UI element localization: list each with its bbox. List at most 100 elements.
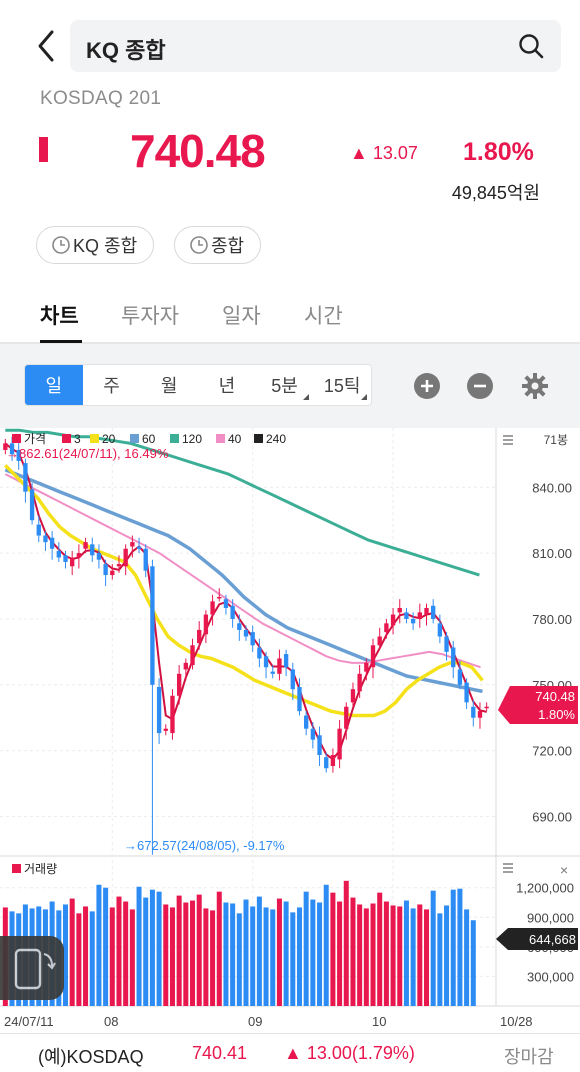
volume-bar	[223, 902, 229, 1006]
tab-daily[interactable]: 일자	[222, 300, 261, 330]
realtime-indicator	[39, 137, 48, 162]
candle-body	[56, 550, 61, 558]
legend-swatch-ma20	[90, 434, 99, 443]
zoom-in-icon[interactable]	[413, 372, 441, 400]
volume-bar	[423, 909, 429, 1006]
chip-kq-composite[interactable]: KQ 종합	[36, 226, 155, 264]
candle-body	[230, 605, 235, 619]
x-tick-label: 09	[248, 1014, 262, 1029]
chip-label: KQ 종합	[73, 236, 138, 256]
candle-body	[370, 645, 376, 668]
volume-bar	[210, 910, 216, 1006]
volume-bar	[216, 891, 222, 1006]
candle-body	[83, 542, 88, 549]
candle-body	[283, 654, 289, 668]
legend-ma40: 40	[228, 432, 242, 446]
chip-label: 종합	[211, 236, 245, 256]
volume-bar	[417, 904, 423, 1006]
candle-body	[49, 537, 55, 549]
search-icon[interactable]	[517, 32, 545, 60]
volume-legend-swatch	[12, 864, 21, 873]
volume-tick-label: 300,000	[527, 969, 574, 984]
chart-toolbar: 일 주 월 년 5분 15틱	[0, 344, 580, 428]
tab-chart[interactable]: 차트	[40, 300, 79, 330]
back-arrow-icon[interactable]	[32, 28, 62, 64]
y-tick-label: 720.00	[532, 744, 572, 759]
y-tick-label: 690.00	[532, 809, 572, 824]
volume-bar	[390, 905, 396, 1006]
volume-bar	[103, 887, 109, 1006]
volume-bar	[243, 899, 249, 1006]
high-annotation: →862.61(24/07/11), 16.49%	[6, 446, 169, 461]
volume-tick-label: 900,000	[527, 910, 574, 925]
volume-bar	[383, 901, 389, 1006]
volume-bar	[310, 899, 316, 1006]
period-week[interactable]: 주	[83, 365, 141, 405]
volume-bar	[430, 890, 436, 1006]
candle-body	[250, 632, 255, 646]
x-tick-label: 24/07/11	[4, 1014, 54, 1029]
zoom-out-icon[interactable]	[466, 372, 494, 400]
period-month[interactable]: 월	[140, 365, 198, 405]
volume-bar	[230, 903, 236, 1006]
volume-bar	[196, 894, 202, 1006]
volume-bar	[444, 905, 450, 1006]
candle-body	[76, 553, 82, 558]
candle-body	[163, 728, 168, 731]
candle-body	[237, 623, 242, 630]
candle-body	[110, 570, 115, 576]
legend-swatch-price	[12, 434, 21, 443]
volume-bar	[250, 906, 256, 1006]
period-year[interactable]: 년	[198, 365, 256, 405]
candle-body	[330, 755, 336, 767]
candle-body	[451, 647, 456, 668]
legend-swatch-ma40	[216, 434, 225, 443]
trade-amount: 49,845억원	[451, 183, 540, 203]
volume-close-icon[interactable]: ×	[560, 862, 568, 878]
legend-price: 가격	[24, 432, 46, 446]
tab-investor[interactable]: 투자자	[121, 300, 179, 330]
price-tag-pct: 1.80%	[538, 707, 575, 722]
candle-body	[263, 656, 269, 668]
candle-body	[170, 695, 175, 734]
candle-body	[43, 535, 48, 543]
bottom-ticker[interactable]: (예)KOSDAQ 740.41 ▲ 13.00(1.79%) 장마감	[0, 1033, 580, 1072]
candle-body	[464, 682, 469, 703]
candle-body	[257, 647, 262, 659]
legend-ma20: 20	[102, 432, 116, 446]
volume-bar	[76, 913, 82, 1006]
volume-bar	[163, 904, 169, 1006]
volume-bar	[410, 908, 416, 1006]
period-minute[interactable]: 5분	[256, 365, 314, 405]
search-bar[interactable]: KQ 종합	[70, 20, 561, 72]
rotate-screen-button[interactable]	[0, 936, 64, 1000]
candle-body	[150, 566, 155, 685]
candle-body	[357, 673, 362, 692]
candle-body	[197, 629, 202, 644]
period-tick[interactable]: 15틱	[313, 365, 371, 405]
volume-bar	[357, 904, 363, 1006]
volume-bar	[397, 906, 403, 1006]
candle-body	[96, 553, 102, 560]
price-chart[interactable]: 840.00810.00780.00750.00720.00690.001,20…	[0, 428, 580, 1030]
x-tick-label: 08	[104, 1014, 118, 1029]
legend-swatch-ma60	[130, 434, 139, 443]
candle-body	[176, 673, 182, 696]
volume-bar	[129, 909, 135, 1006]
candle-body	[36, 524, 41, 536]
settings-gear-icon[interactable]	[521, 372, 549, 400]
candle-body	[424, 607, 429, 615]
volume-bar	[116, 896, 122, 1006]
chip-composite[interactable]: 종합	[174, 226, 262, 264]
legend-ma60: 60	[142, 432, 156, 446]
candle-body	[417, 612, 422, 619]
tab-time[interactable]: 시간	[304, 300, 343, 330]
period-day[interactable]: 일	[25, 365, 83, 405]
volume-bar	[83, 906, 89, 1006]
volume-bar	[403, 900, 409, 1006]
candle-body	[471, 706, 476, 718]
candle-body	[243, 629, 249, 637]
volume-bar	[203, 908, 209, 1006]
volume-bar	[377, 892, 383, 1006]
candle-body	[477, 711, 483, 718]
